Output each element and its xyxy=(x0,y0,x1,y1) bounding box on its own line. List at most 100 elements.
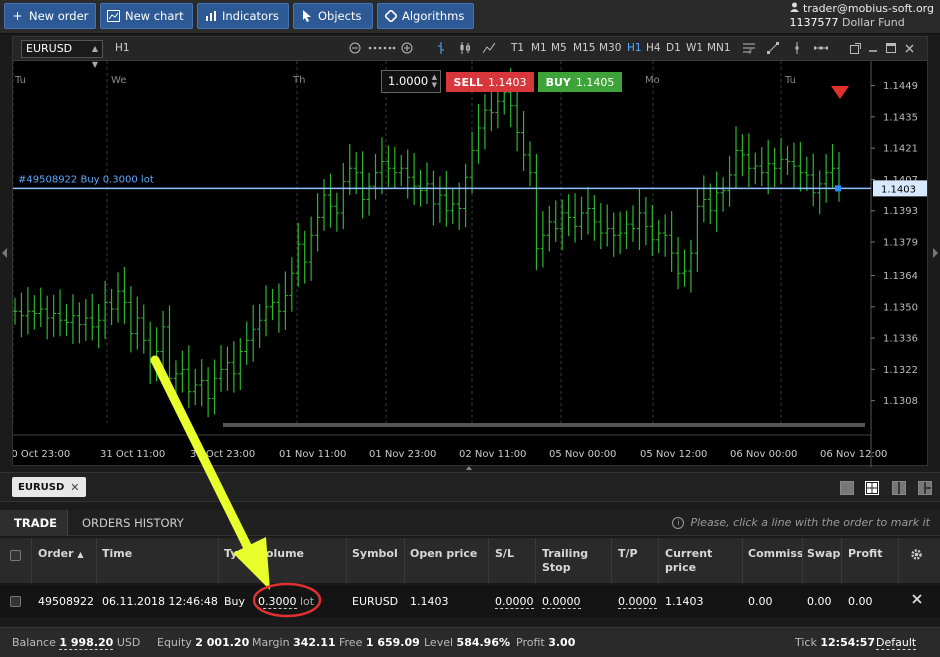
day-label: Mo xyxy=(645,75,660,86)
zoom-in-icon[interactable] xyxy=(399,40,415,56)
timeframe-h1[interactable]: H1 xyxy=(627,42,642,54)
cell-volume[interactable]: 0.3000 xyxy=(258,595,297,609)
timeframe-d1[interactable]: D1 xyxy=(666,42,681,54)
layout-grid-icon[interactable] xyxy=(865,481,879,495)
timeframe-m30[interactable]: M30 xyxy=(599,42,621,54)
chart-tabs-bar: EURUSD ✕ xyxy=(0,472,940,502)
header-volume[interactable]: Volume xyxy=(258,547,304,561)
header-tp[interactable]: T/P xyxy=(618,547,638,561)
account-line: 1137577 Dollar Fund xyxy=(790,16,935,30)
fibonacci-icon[interactable]: F xyxy=(741,40,757,56)
select-all-checkbox[interactable] xyxy=(10,550,21,561)
status-profit: Profit 3.00 xyxy=(516,636,576,649)
y-tick-label: 1.1393 xyxy=(883,206,918,217)
header-profit[interactable]: Profit xyxy=(848,547,882,561)
horizontal-line-icon[interactable] xyxy=(813,40,829,56)
header-order[interactable]: Order ▲ xyxy=(38,547,84,562)
layout-single-icon[interactable] xyxy=(840,481,854,495)
new-order-button[interactable]: + New order xyxy=(4,3,96,29)
spinner-icon[interactable]: ▲ ▼ xyxy=(432,73,437,89)
layout-columns-icon[interactable] xyxy=(892,481,906,495)
timeframe-mn1[interactable]: MN1 xyxy=(707,42,731,54)
vertical-line-icon[interactable] xyxy=(789,40,805,56)
table-row[interactable]: 49508922 06.11.2018 12:46:48 Buy 0.3000 … xyxy=(0,585,940,617)
settings-gear-icon[interactable] xyxy=(910,548,923,565)
sort-asc-icon: ▲ xyxy=(77,550,84,559)
chart-grid xyxy=(13,61,872,467)
zoom-out-icon[interactable] xyxy=(347,40,363,56)
symbol-select[interactable]: EURUSD ▲ ▼ xyxy=(21,40,103,69)
account-id: 1137577 xyxy=(789,16,839,29)
layout-rows-icon[interactable] xyxy=(918,481,932,495)
close-tab-icon[interactable]: ✕ xyxy=(70,481,79,494)
trendline-icon[interactable] xyxy=(765,40,781,56)
close-chart-icon[interactable] xyxy=(901,40,917,56)
day-label: Tu xyxy=(784,75,796,86)
order-line-handle xyxy=(835,185,841,192)
header-sl[interactable]: S/L xyxy=(495,547,514,561)
header-trailing-stop[interactable]: Trailing Stop xyxy=(542,547,588,575)
x-tick-label: 31 Oct 11:00 xyxy=(100,449,165,460)
cell-tp[interactable]: 0.0000 xyxy=(618,595,657,609)
price-chart[interactable]: TuWeThMoTu 1.14491.14351.14211.14071.139… xyxy=(13,61,927,467)
header-swap[interactable]: Swap xyxy=(807,547,840,561)
status-default-link[interactable]: Default xyxy=(876,636,917,650)
timeframe-t1[interactable]: T1 xyxy=(511,42,524,54)
y-tick-label: 1.1449 xyxy=(883,81,918,92)
timeframe-h4[interactable]: H4 xyxy=(646,42,661,54)
cell-trailing-stop[interactable]: 0.0000 xyxy=(542,595,581,609)
zoom-slider[interactable] xyxy=(367,40,397,56)
tab-trade[interactable]: TRADE xyxy=(0,510,68,536)
bar-type-icon[interactable] xyxy=(433,40,449,56)
sell-button[interactable]: SELL 1.1403 xyxy=(446,72,534,92)
minimize-icon[interactable] xyxy=(865,40,881,56)
header-symbol[interactable]: Symbol xyxy=(352,547,398,561)
status-level: Level 584.96% xyxy=(424,636,511,649)
timeframe-m15[interactable]: M15 xyxy=(573,42,595,54)
header-time[interactable]: Time xyxy=(102,547,132,561)
indicators-button[interactable]: Indicators xyxy=(197,3,289,29)
header-open-price[interactable]: Open price xyxy=(410,547,477,561)
account-info[interactable]: trader@mobius-soft.org 1137577 Dollar Fu… xyxy=(789,2,935,30)
close-order-icon[interactable] xyxy=(912,594,922,607)
diamond-icon xyxy=(384,10,397,23)
cell-sl[interactable]: 0.0000 xyxy=(495,595,534,609)
panel-hint: i Please, click a line with the order to… xyxy=(672,516,930,529)
algorithms-button[interactable]: Algorithms xyxy=(377,3,474,29)
status-tick: Tick 12:54:57 xyxy=(795,636,876,649)
user-icon xyxy=(789,2,800,16)
collapse-right-icon[interactable] xyxy=(933,248,938,258)
timeframe-m1[interactable]: M1 xyxy=(531,42,547,54)
row-checkbox[interactable] xyxy=(10,596,21,607)
status-margin: Margin 342.11 xyxy=(252,636,336,649)
buy-button[interactable]: BUY 1.1405 xyxy=(538,72,622,92)
status-balance: Balance 1 998.20 USD xyxy=(12,636,141,650)
header-type[interactable]: Typ xyxy=(224,547,245,561)
shift-marker-icon[interactable] xyxy=(831,86,849,99)
cell-swap: 0.00 xyxy=(807,595,832,608)
volume-input[interactable]: 1.0000 ▲ ▼ xyxy=(381,70,441,93)
tab-orders-history[interactable]: ORDERS HISTORY xyxy=(68,510,198,536)
splitter-handle-icon[interactable] xyxy=(466,466,472,470)
candle-type-icon[interactable] xyxy=(457,40,473,56)
main-toolbar: + New order New chart Indicators Objects xyxy=(0,0,940,34)
x-tick-label: 06 Nov 00:00 xyxy=(730,449,797,460)
y-tick-label: 1.1350 xyxy=(883,302,918,313)
table-header: Order ▲ Time Typ Volume Symbol Open pric… xyxy=(0,538,940,583)
detach-icon[interactable] xyxy=(847,40,863,56)
new-chart-button[interactable]: New chart xyxy=(100,3,193,29)
timeframe-w1[interactable]: W1 xyxy=(686,42,703,54)
objects-button[interactable]: Objects xyxy=(293,3,373,29)
trade-panel: TRADE ORDERS HISTORY i Please, click a l… xyxy=(0,510,940,625)
header-current-price[interactable]: Current price xyxy=(665,547,712,575)
status-bar: Balance 1 998.20 USD Equity 2 001.20 Mar… xyxy=(0,627,940,657)
cell-current-price: 1.1403 xyxy=(665,595,704,608)
panel-tabs: TRADE ORDERS HISTORY i Please, click a l… xyxy=(0,510,940,536)
chart-tab-eurusd[interactable]: EURUSD ✕ xyxy=(12,477,86,497)
collapse-left-icon[interactable] xyxy=(2,248,7,258)
timeframe-m5[interactable]: M5 xyxy=(551,42,567,54)
header-commission[interactable]: Commiss xyxy=(748,547,803,561)
line-type-icon[interactable] xyxy=(481,40,497,56)
chart-scrollbar[interactable] xyxy=(223,423,865,427)
maximize-icon[interactable] xyxy=(883,40,899,56)
